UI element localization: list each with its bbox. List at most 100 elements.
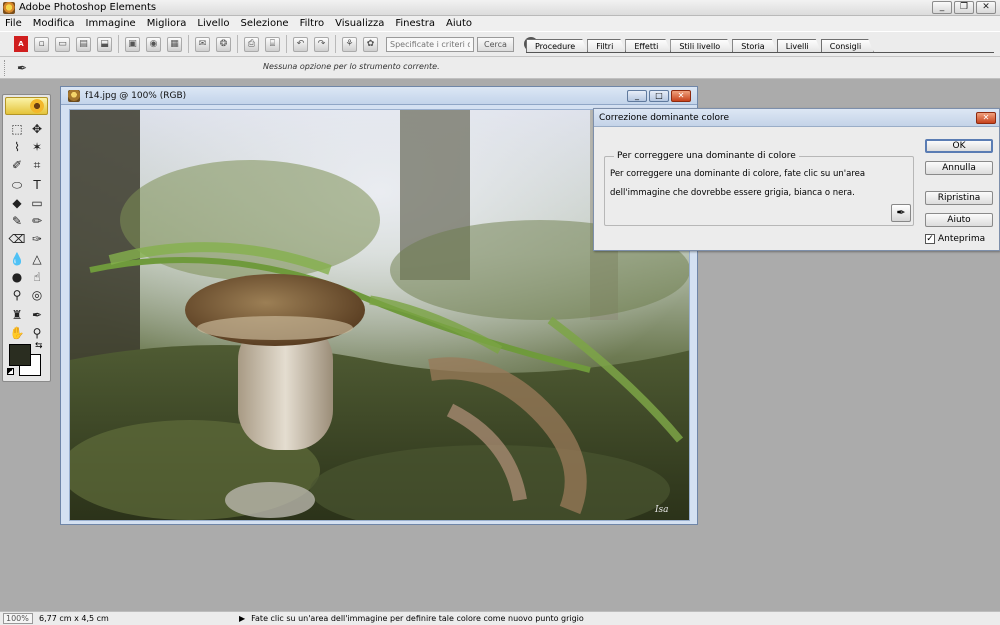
crop-tool-icon[interactable]: ⌗ (28, 157, 46, 173)
save-pdf-icon[interactable]: ▦ (167, 36, 182, 52)
options-message: Nessuna opzione per lo strumento corrent… (263, 62, 440, 71)
color-cast-dialog: Correzione dominante colore ✕ Per correg… (593, 108, 1000, 251)
move-tool-icon[interactable]: ✥ (28, 121, 46, 137)
sponge-tool-icon[interactable]: ● (8, 269, 26, 285)
gradient-tool-icon[interactable]: ▭ (28, 195, 46, 211)
shape-tool-icon[interactable]: ⬭ (8, 177, 26, 193)
document-icon (68, 90, 80, 102)
reset-button[interactable]: Ripristina (925, 191, 993, 205)
menu-visualizza[interactable]: Visualizza (334, 18, 385, 29)
open-file-icon[interactable]: ▭ (55, 36, 70, 52)
dialog-title-bar[interactable]: Correzione dominante colore ✕ (594, 109, 999, 127)
adobe-logo-icon[interactable]: A (14, 36, 28, 52)
window-controls: _ ❐ ✕ (932, 1, 996, 14)
eyedropper-tool-icon[interactable]: ✒ (28, 307, 46, 323)
eraser-tool-icon[interactable]: ⌫ (8, 231, 26, 247)
document-maximize-button[interactable]: □ (649, 90, 669, 102)
toolbar-separator (286, 35, 287, 53)
preview-toggle[interactable]: ✓ Anteprima (925, 234, 985, 244)
step-backward-icon[interactable]: ⚘ (342, 36, 357, 52)
tab-effetti[interactable]: Effetti (625, 39, 671, 53)
import-icon[interactable]: ▤ (76, 36, 91, 52)
acquire-icon[interactable]: ⬓ (97, 36, 112, 52)
red-eye-tool-icon[interactable]: ◎ (28, 287, 46, 303)
hand-tool-icon[interactable]: ✋ (8, 325, 26, 341)
preview-checkbox[interactable]: ✓ (925, 234, 935, 244)
palette-well-baseline (526, 52, 994, 53)
tab-livelli[interactable]: Livelli (777, 39, 822, 53)
pencil-tool-icon[interactable]: ✏ (28, 213, 46, 229)
tab-procedure[interactable]: Procedure (526, 39, 588, 53)
minimize-button[interactable]: _ (932, 1, 952, 14)
instructions-group-title: Per correggere una dominante di colore (614, 151, 799, 161)
menu-filtro[interactable]: Filtro (299, 18, 326, 29)
eyedropper-icon[interactable]: ✒ (891, 204, 911, 222)
search-button[interactable]: Cerca (477, 36, 514, 52)
menu-file[interactable]: File (4, 18, 23, 29)
blur-tool-icon[interactable]: 💧 (8, 251, 26, 267)
brush-tool-icon[interactable]: ✎ (8, 213, 26, 229)
search-input[interactable] (386, 36, 474, 52)
document-title: f14.jpg @ 100% (RGB) (85, 91, 187, 101)
marquee-tool-icon[interactable]: ⬚ (8, 121, 26, 137)
preview-label: Anteprima (938, 234, 986, 244)
palette-well: Procedure Filtri Effetti Stili livello S… (526, 38, 873, 53)
toolbar-separator (237, 35, 238, 53)
eyedropper-icon[interactable]: ✒ (14, 60, 30, 76)
lasso-tool-icon[interactable]: ⌇ (8, 139, 26, 155)
menu-livello[interactable]: Livello (196, 18, 230, 29)
save-icon[interactable]: ▣ (125, 36, 140, 52)
attach-email-icon[interactable]: ✉ (195, 36, 210, 52)
zoom-field[interactable]: 100% (3, 613, 33, 624)
menu-migliora[interactable]: Migliora (146, 18, 188, 29)
dodge-tool-icon[interactable]: ⚲ (8, 287, 26, 303)
toolbox-header[interactable] (5, 97, 48, 115)
selection-brush-tool-icon[interactable]: ✐ (8, 157, 26, 173)
dialog-title: Correzione dominante colore (599, 113, 730, 123)
swap-colors-icon[interactable]: ⇆ (35, 341, 43, 351)
tab-stili-livello[interactable]: Stili livello (670, 39, 733, 53)
ok-button[interactable]: OK (925, 139, 993, 153)
magic-wand-tool-icon[interactable]: ✶ (28, 139, 46, 155)
default-colors-icon[interactable] (7, 368, 14, 375)
dialog-close-button[interactable]: ✕ (976, 112, 996, 124)
cancel-button[interactable]: Annulla (925, 161, 993, 175)
close-button[interactable]: ✕ (976, 1, 996, 14)
type-tool-icon[interactable]: T (28, 177, 46, 193)
help-button[interactable]: Aiuto (925, 213, 993, 227)
print-preview-icon[interactable]: ⌸ (265, 36, 280, 52)
menu-aiuto[interactable]: Aiuto (445, 18, 473, 29)
app-title-bar: Adobe Photoshop Elements _ ❐ ✕ (0, 0, 1000, 16)
menu-immagine[interactable]: Immagine (85, 18, 137, 29)
print-icon[interactable]: ⎙ (244, 36, 259, 52)
smudge-tool-icon[interactable]: ☝ (28, 269, 46, 285)
new-file-icon[interactable]: ▫ (34, 36, 49, 52)
quick-fix-icon[interactable]: ✿ (363, 36, 378, 52)
document-title-bar[interactable]: f14.jpg @ 100% (RGB) _ □ ✕ (61, 87, 697, 105)
status-arrow-icon[interactable]: ▶ (239, 614, 245, 623)
clone-stamp-tool-icon[interactable]: ♜ (8, 307, 26, 323)
status-bar: 100% 6,77 cm x 4,5 cm ▶ Fate clic su un'… (0, 611, 1000, 625)
redo-icon[interactable]: ↷ (314, 36, 329, 52)
menu-selezione[interactable]: Selezione (240, 18, 290, 29)
tab-storia[interactable]: Storia (732, 39, 778, 53)
toolbar-separator (118, 35, 119, 53)
tab-consigli[interactable]: Consigli (821, 39, 874, 53)
instructions-text: Per correggere una dominante di colore, … (610, 169, 866, 198)
options-grip[interactable] (4, 60, 7, 76)
document-minimize-button[interactable]: _ (627, 90, 647, 102)
menu-modifica[interactable]: Modifica (32, 18, 76, 29)
save-for-web-icon[interactable]: ◉ (146, 36, 161, 52)
foreground-color-swatch[interactable] (9, 344, 31, 366)
sharpen-tool-icon[interactable]: △ (28, 251, 46, 267)
online-services-icon[interactable]: ❂ (216, 36, 231, 52)
menu-finestra[interactable]: Finestra (394, 18, 436, 29)
undo-icon[interactable]: ↶ (293, 36, 308, 52)
status-message: Fate clic su un'area dell'immagine per d… (251, 614, 584, 623)
restore-button[interactable]: ❐ (954, 1, 974, 14)
impressionist-brush-tool-icon[interactable]: ✑ (28, 231, 46, 247)
paint-bucket-tool-icon[interactable]: ◆ (8, 195, 26, 211)
document-close-button[interactable]: ✕ (671, 90, 691, 102)
zoom-tool-icon[interactable]: ⚲ (28, 325, 46, 341)
tab-filtri[interactable]: Filtri (587, 39, 626, 53)
